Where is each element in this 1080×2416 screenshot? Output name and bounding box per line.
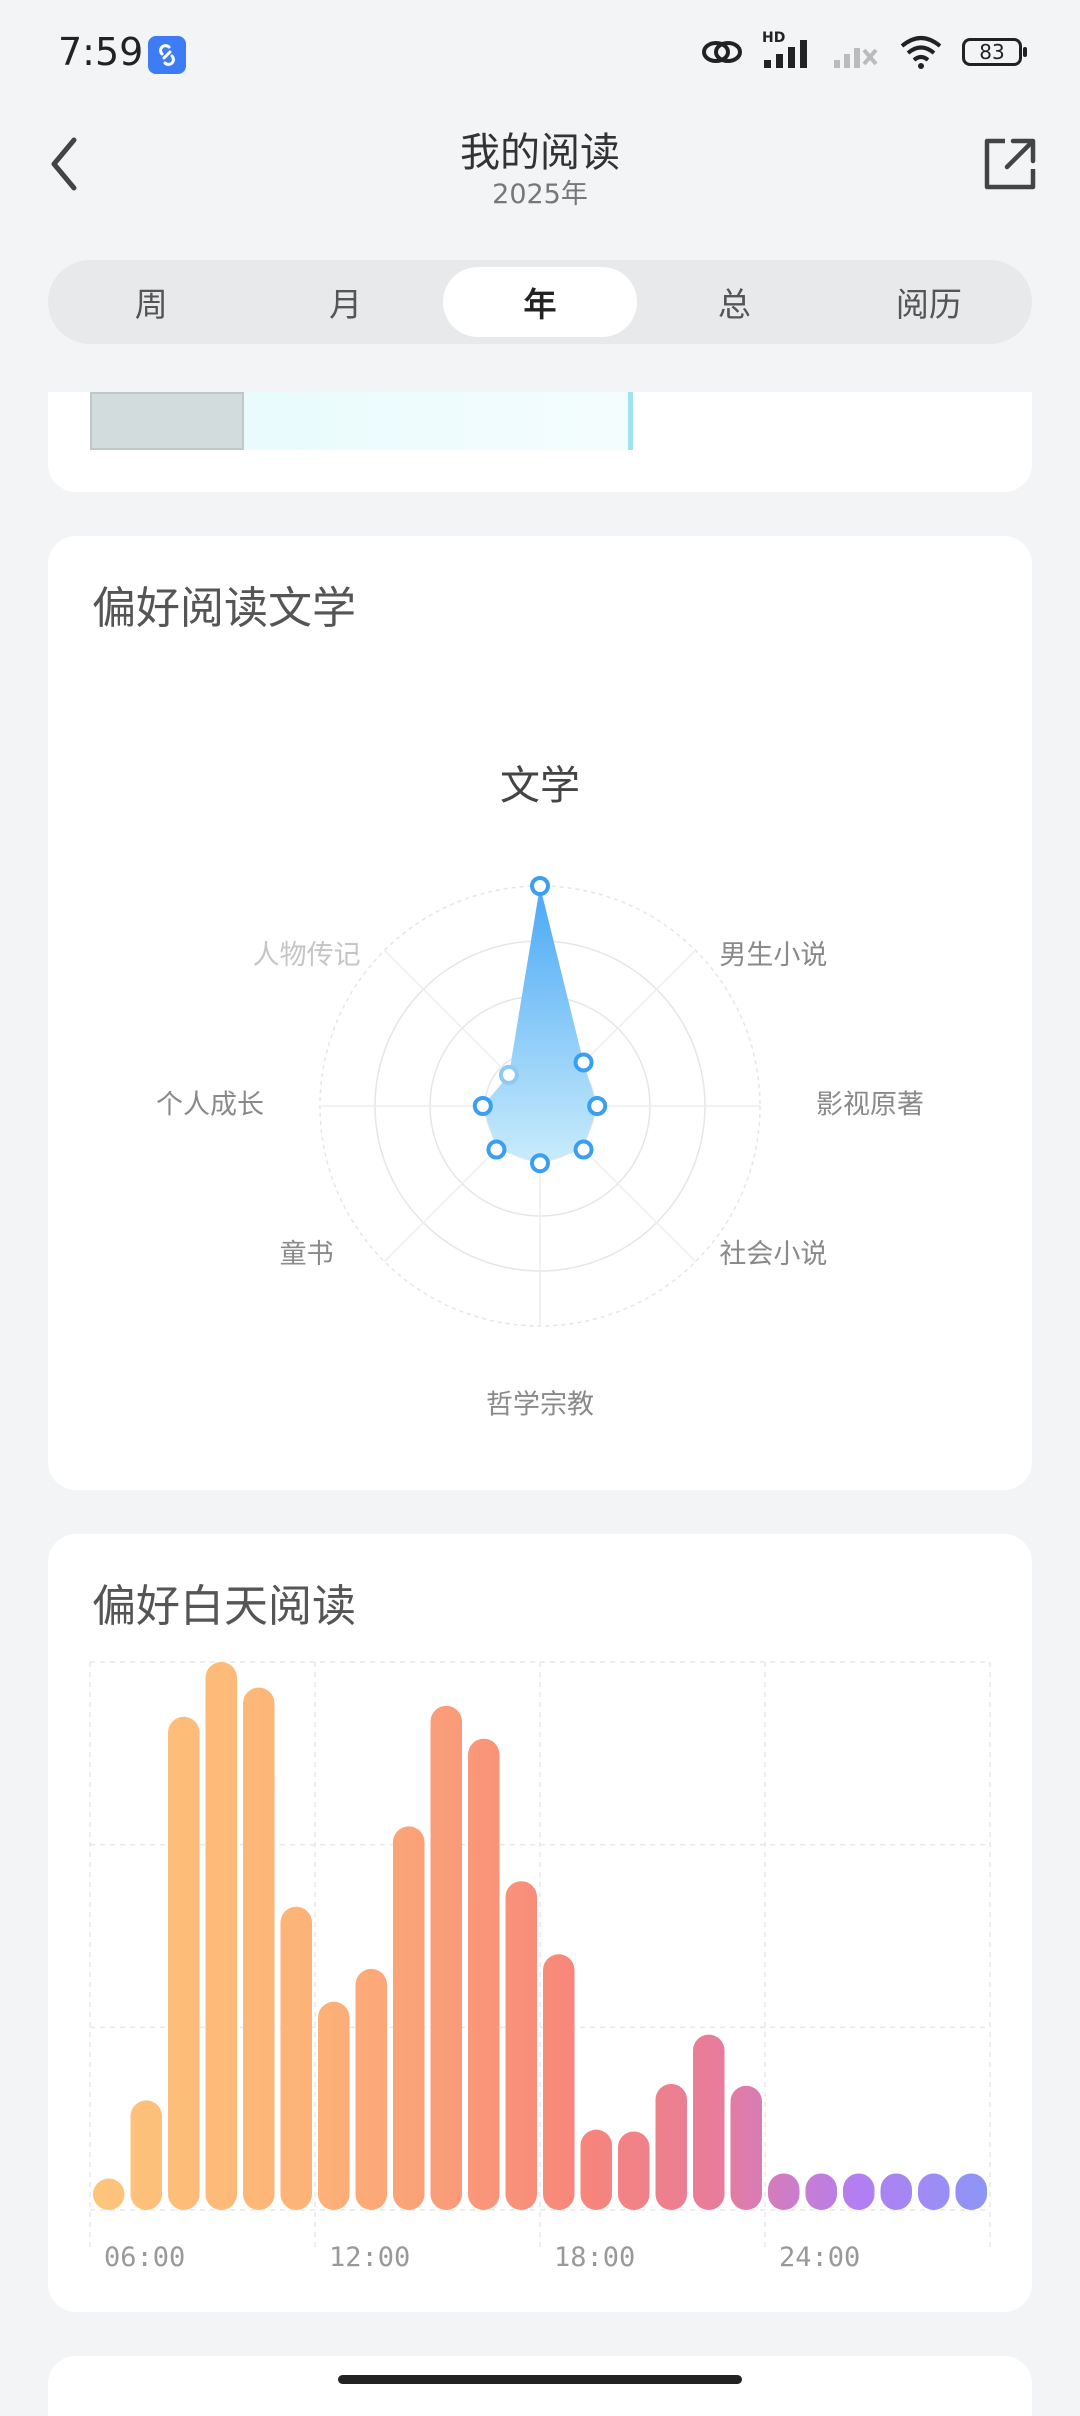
signal-off-icon [834, 48, 878, 68]
bar [730, 2085, 762, 2210]
radar-chart: 文学男生小说影视原著社会小说哲学宗教 童书 个人成长 人物传记 [156, 763, 924, 1421]
bar [768, 2173, 800, 2210]
literature-preference-card: 偏好阅读文学 文学 男生小说 影视原著 社会小说 哲学宗教 童书 个人成长 人物传记 [48, 536, 1032, 1490]
bar [805, 2173, 837, 2210]
status-icons: HD 83 [700, 30, 1027, 74]
radar-area [482, 886, 598, 1164]
bar [580, 2129, 612, 2210]
next-card [48, 2356, 1032, 2416]
radar-point [573, 1139, 594, 1160]
bar [243, 1687, 275, 2210]
bar-tick-label: 18:00 [554, 2242, 635, 2273]
bar [618, 2131, 650, 2210]
bar-tick-label: 24:00 [779, 2242, 860, 2273]
book-cover-thumbnail [90, 392, 244, 450]
bar [693, 2034, 725, 2210]
radar-axis-label: 人物传记 [253, 940, 361, 971]
bar [505, 1881, 537, 2210]
tab-total[interactable]: 总 [637, 267, 831, 337]
bar [430, 1705, 462, 2210]
bar [355, 1968, 387, 2210]
bar-chart: 06:00 12:00 18:00 24:00 [89, 1661, 991, 2273]
bar [168, 1716, 200, 2210]
bar [130, 2100, 162, 2210]
status-time: 7:59 [58, 30, 144, 74]
radar-axis-label: 个人成长 [156, 1090, 264, 1121]
daytime-reading-card: 偏好白天阅读 06:00 12:00 18:00 24:00 [48, 1534, 1032, 2312]
radar-axis-label: 影视原著 [816, 1090, 924, 1121]
radar-axis-label: 童书 [280, 1239, 334, 1270]
link-status-icon [702, 41, 742, 63]
battery-icon: 83 [962, 38, 1027, 66]
page-subtitle: 2025年 [492, 179, 588, 210]
radar-point [530, 876, 550, 896]
battery-level: 83 [979, 40, 1005, 64]
share-icon [984, 138, 1036, 190]
home-indicator[interactable] [338, 2375, 742, 2384]
tab-history[interactable]: 阅历 [832, 267, 1026, 337]
wifi-icon [900, 36, 942, 69]
radar-axis-label: 文学 [500, 763, 580, 809]
bar [393, 1826, 425, 2210]
bar [205, 1662, 237, 2210]
bar [918, 2173, 950, 2210]
radar-point [472, 1096, 493, 1116]
radar-point [486, 1139, 507, 1160]
page-title: 我的阅读 [460, 130, 620, 176]
bar [543, 1954, 575, 2210]
bar-tick-label: 06:00 [104, 2242, 185, 2273]
bar [318, 2001, 350, 2210]
bar [93, 2178, 125, 2210]
radar-axis-label: 男生小说 [719, 940, 827, 971]
share-button[interactable] [974, 128, 1046, 200]
tab-week[interactable]: 周 [54, 267, 248, 337]
progress-bar [244, 392, 633, 450]
radar-point [587, 1096, 608, 1116]
radar-point [573, 1052, 594, 1073]
bar [468, 1738, 500, 2210]
bar [880, 2173, 912, 2210]
period-tab-bar: 周 月 年 总 阅历 [48, 260, 1032, 344]
signal-hd-icon: HD [762, 30, 814, 70]
bar [655, 2083, 687, 2210]
radar-point [498, 1064, 519, 1085]
bar [843, 2173, 875, 2210]
radar-axis-label: 社会小说 [719, 1239, 827, 1270]
previous-card [48, 392, 1032, 492]
tab-month[interactable]: 月 [248, 267, 442, 337]
bar [955, 2173, 987, 2210]
bar-tick-label: 12:00 [329, 2242, 410, 2273]
radar-point [530, 1153, 550, 1174]
bar [280, 1906, 312, 2210]
radar-axis-label: 哲学宗教 [486, 1390, 594, 1421]
tab-year[interactable]: 年 [442, 267, 638, 337]
link-app-icon [148, 36, 186, 74]
